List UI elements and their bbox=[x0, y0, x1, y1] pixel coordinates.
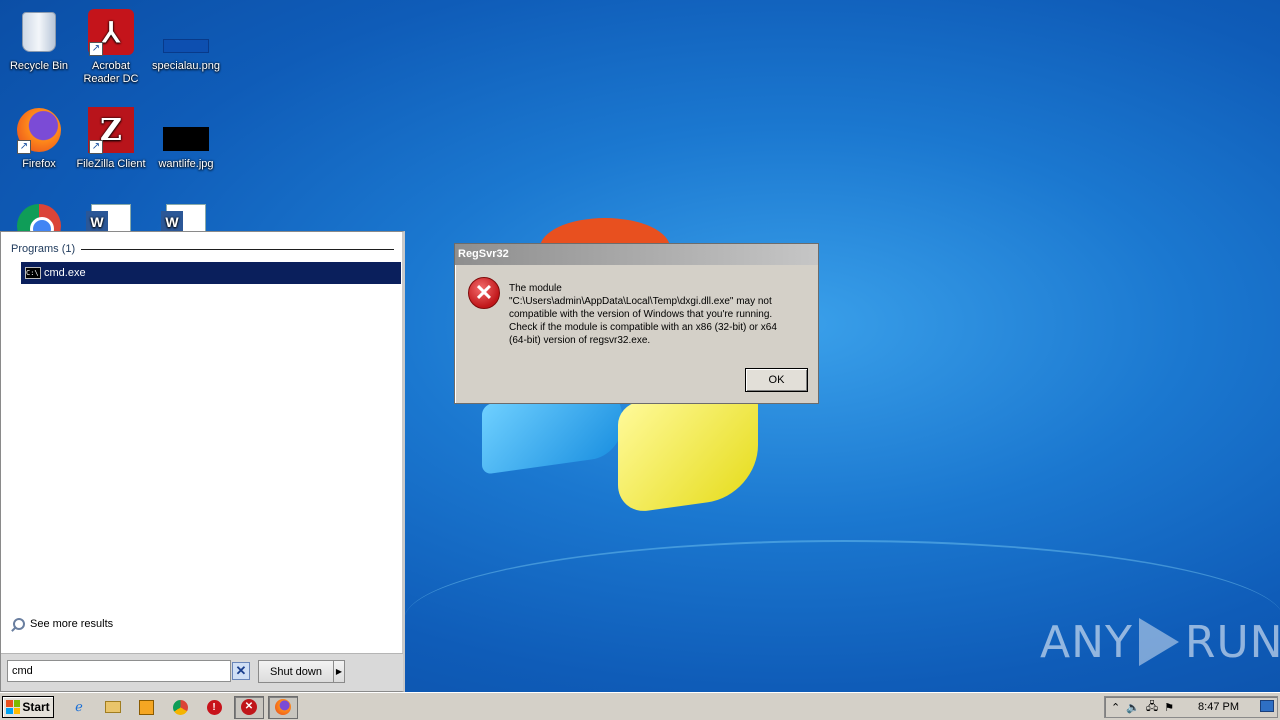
search-result-cmd[interactable]: C:\ cmd.exe bbox=[21, 262, 401, 284]
message-line: "C:\Users\admin\AppData\Local\Temp\dxgi.… bbox=[509, 296, 772, 307]
start-label: Start bbox=[22, 700, 50, 714]
message-line: The module bbox=[509, 283, 562, 294]
shutdown-button[interactable]: Shut down bbox=[258, 660, 334, 683]
message-line: Check if the module is compatible with a… bbox=[509, 322, 777, 333]
shortcut-arrow-icon: ↗ bbox=[17, 140, 31, 154]
start-search-input[interactable] bbox=[7, 660, 231, 682]
taskbar-regsvr32-button[interactable]: ✕ bbox=[234, 696, 264, 719]
taskbar-firefox-button[interactable] bbox=[268, 696, 298, 719]
watermark-left: ANY bbox=[1040, 616, 1133, 668]
network-icon[interactable]: 🖧 bbox=[1146, 698, 1158, 717]
search-result-label: cmd.exe bbox=[44, 267, 86, 279]
start-menu-footer: ✕ Shut down ▶ bbox=[1, 653, 403, 691]
jpg-file-icon bbox=[163, 127, 209, 151]
desktop-icon-recycle-bin[interactable]: Recycle Bin bbox=[0, 8, 78, 73]
media-player-icon[interactable] bbox=[137, 698, 155, 716]
start-menu: Programs (1) C:\ cmd.exe See more result… bbox=[0, 231, 405, 692]
clock[interactable]: 8:47 PM bbox=[1198, 701, 1239, 713]
play-icon bbox=[1138, 618, 1179, 666]
desktop-icon-firefox[interactable]: ↗ Firefox bbox=[0, 106, 78, 171]
file-explorer-icon[interactable] bbox=[104, 698, 122, 716]
desktop-icon-label: FileZilla Client bbox=[76, 158, 146, 170]
desktop-icon-specialau[interactable]: specialau.png bbox=[147, 8, 225, 73]
dialog-message: The module "C:\Users\admin\AppData\Local… bbox=[509, 282, 809, 347]
desktop-icon-label: Firefox bbox=[22, 158, 56, 170]
regsvr32-error-dialog: RegSvr32 ✕ The module "C:\Users\admin\Ap… bbox=[454, 243, 819, 404]
volume-icon[interactable]: 🔈 bbox=[1126, 701, 1140, 714]
system-tray: ⌃ 🔈 🖧 ⚑ 8:47 PM bbox=[1104, 696, 1278, 718]
desktop-icon-wantlife[interactable]: wantlife.jpg bbox=[147, 106, 225, 171]
png-file-icon bbox=[163, 39, 209, 53]
dialog-title[interactable]: RegSvr32 bbox=[455, 244, 818, 265]
taskbar: Start ℯ ! ✕ ⌃ 🔈 🖧 ⚑ 8:47 PM bbox=[0, 692, 1280, 720]
clear-search-icon[interactable]: ✕ bbox=[232, 662, 250, 680]
message-line: (64-bit) version of regsvr32.exe. bbox=[509, 335, 651, 346]
ok-button[interactable]: OK bbox=[745, 368, 808, 392]
see-more-label: See more results bbox=[30, 618, 114, 630]
programs-section-header: Programs (1) bbox=[11, 243, 394, 255]
shortcut-arrow-icon: ↗ bbox=[89, 140, 103, 154]
windows-flag-icon bbox=[6, 700, 21, 714]
action-center-flag-icon[interactable]: ⚑ bbox=[1164, 701, 1174, 714]
desktop-icon-label: wantlife.jpg bbox=[158, 158, 214, 170]
see-more-results-link[interactable]: See more results bbox=[13, 618, 113, 630]
desktop-icon-label: Acrobat Reader DC bbox=[83, 60, 139, 85]
section-divider bbox=[81, 248, 394, 250]
wallpaper-logo-yellow bbox=[618, 385, 758, 515]
internet-explorer-icon[interactable]: ℯ bbox=[70, 698, 88, 716]
desktop-icon-label: Recycle Bin bbox=[9, 60, 69, 72]
magnifier-icon bbox=[13, 618, 25, 630]
chrome-taskbar-icon[interactable] bbox=[171, 698, 189, 716]
show-desktop-icon[interactable] bbox=[1260, 700, 1274, 712]
firefox-taskbar-icon bbox=[275, 699, 291, 715]
cmd-icon: C:\ bbox=[25, 267, 41, 279]
desktop-icon-acrobat[interactable]: ⅄ ↗ Acrobat Reader DC bbox=[72, 8, 150, 86]
shortcut-arrow-icon: ↗ bbox=[89, 42, 103, 56]
anyrun-watermark: ANY RUN bbox=[1040, 612, 1280, 672]
shutdown-options-arrow-icon[interactable]: ▶ bbox=[333, 660, 345, 683]
show-hidden-icons-icon[interactable]: ⌃ bbox=[1111, 701, 1120, 714]
recycle-bin-icon bbox=[22, 12, 56, 52]
error-taskbar-icon: ✕ bbox=[241, 699, 257, 715]
stop-icon[interactable]: ! bbox=[205, 698, 223, 716]
error-icon: ✕ bbox=[468, 277, 500, 309]
desktop-icon-label: specialau.png bbox=[152, 60, 220, 72]
programs-section-title: Programs (1) bbox=[11, 243, 76, 255]
message-line: compatible with the version of Windows t… bbox=[509, 309, 773, 320]
watermark-right: RUN bbox=[1184, 616, 1280, 668]
start-button[interactable]: Start bbox=[2, 696, 54, 718]
desktop-icon-filezilla[interactable]: Z ↗ FileZilla Client bbox=[72, 106, 150, 171]
